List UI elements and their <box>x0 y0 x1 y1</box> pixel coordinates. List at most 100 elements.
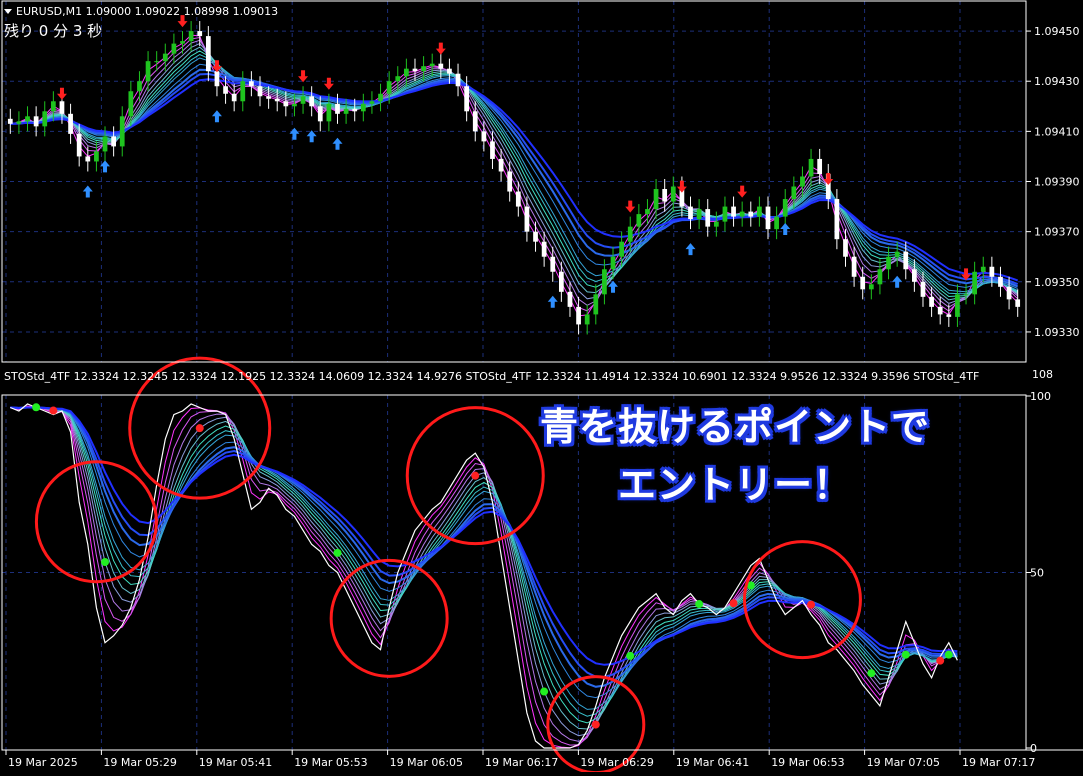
candle-body <box>180 41 185 44</box>
candle-body <box>894 251 900 257</box>
sell-signal-dot <box>591 720 600 729</box>
up-arrow-icon <box>332 137 343 150</box>
candle-body <box>791 186 797 200</box>
price-tick-label: 1.09330 <box>1034 326 1080 339</box>
candle-body <box>524 206 530 232</box>
candle-body <box>808 158 814 177</box>
down-arrow-icon <box>323 77 334 90</box>
candle-body <box>266 96 271 99</box>
buy-signal-dot <box>944 650 953 659</box>
candle-body <box>76 133 82 157</box>
up-arrow-icon <box>211 110 222 123</box>
candle-body <box>102 136 108 152</box>
down-arrow-icon <box>676 180 687 193</box>
candle-body <box>868 284 874 290</box>
candle-body <box>197 31 203 37</box>
candle-body <box>343 108 349 114</box>
time-tick-label: 19 Mar 2025 <box>8 756 78 769</box>
osc-tick-label: 100 <box>1030 390 1051 403</box>
candle-body <box>386 81 392 94</box>
y-axis-ticks: 1.09450 1.09430 1.09410 1.09390 1.09370 1.093… <box>1026 25 1080 755</box>
annotation-line-1: 青を抜けるポイントで <box>539 405 930 449</box>
time-tick-label: 19 Mar 06:05 <box>390 756 463 769</box>
candle-body <box>395 76 401 82</box>
candle-body <box>326 103 332 122</box>
buy-signal-dot <box>32 403 41 412</box>
candle-body <box>257 86 263 97</box>
candle-body <box>360 103 366 112</box>
candle-body <box>946 314 952 317</box>
up-arrow-icon <box>608 280 619 293</box>
candle-body <box>843 239 848 257</box>
chart-canvas[interactable]: 1.09450 1.09430 1.09410 1.09390 1.09370 1.093… <box>0 0 1083 775</box>
candle-body <box>283 101 289 107</box>
up-arrow-icon <box>306 130 317 143</box>
candle-body <box>421 66 426 72</box>
candle-body <box>119 116 125 147</box>
candle-body <box>963 294 969 296</box>
sell-signal-dot <box>471 471 480 480</box>
candle-body <box>33 116 39 127</box>
price-tick-label: 1.09410 <box>1034 125 1080 138</box>
candle-body <box>171 43 177 54</box>
candle-body <box>998 276 1003 287</box>
candle-body <box>662 189 668 202</box>
up-arrow-icon <box>547 295 558 308</box>
annotation-text: 青を抜けるポイントで エントリー！ <box>480 398 990 514</box>
down-arrow-icon <box>435 42 446 55</box>
up-arrow-icon <box>780 223 791 236</box>
candle-body <box>188 31 194 42</box>
candle-body <box>472 111 478 132</box>
candle-body <box>903 251 909 270</box>
candle-body <box>722 206 728 222</box>
sell-signal-dot <box>729 599 738 608</box>
sell-signal-dot <box>807 600 816 609</box>
candle-body <box>980 266 986 272</box>
candle-body <box>145 61 151 82</box>
candle-body <box>412 68 418 72</box>
ema-line <box>10 72 1019 286</box>
candle-body <box>240 81 246 102</box>
down-arrow-icon <box>625 200 636 213</box>
candle-body <box>567 291 573 307</box>
candle-body <box>429 63 435 67</box>
candle-body <box>154 61 160 63</box>
price-ribbon <box>10 34 1019 317</box>
candle-body <box>774 216 779 230</box>
dropdown-triangle-icon[interactable] <box>4 9 12 14</box>
price-tick-label: 1.09370 <box>1034 226 1080 239</box>
down-arrow-icon <box>737 185 748 198</box>
candle-body <box>438 63 444 69</box>
candle-body <box>162 53 168 62</box>
countdown-timer: 残り 0 分 3 秒 <box>4 22 102 40</box>
candle-body <box>16 121 22 124</box>
candle-body <box>800 176 805 187</box>
candle-body <box>137 81 142 92</box>
time-tick-label: 19 Mar 06:29 <box>580 756 653 769</box>
price-tick-label: 1.09450 <box>1034 25 1080 38</box>
candle-body <box>335 103 340 114</box>
candle-body <box>205 36 211 72</box>
candle-body <box>851 256 857 277</box>
price-tick-label: 1.09390 <box>1034 176 1080 189</box>
candle-body <box>877 269 883 285</box>
time-tick-label: 19 Mar 07:17 <box>962 756 1035 769</box>
candle-body <box>515 191 521 207</box>
candle-body <box>558 271 564 292</box>
candle-body <box>550 256 556 272</box>
candle-body <box>576 306 581 325</box>
time-tick-label: 19 Mar 06:53 <box>771 756 844 769</box>
sell-signal-dot <box>195 424 204 433</box>
candle-body <box>817 158 823 174</box>
candle-body <box>955 294 960 317</box>
candle-body <box>912 269 917 282</box>
candle-body <box>249 81 254 87</box>
candle-body <box>214 71 220 87</box>
candle-body <box>886 256 891 270</box>
candle-body <box>455 73 461 87</box>
candle-body <box>94 151 99 162</box>
osc-tick-label: 0 <box>1030 742 1037 755</box>
candle-body <box>25 116 30 122</box>
ema-line <box>10 42 1018 304</box>
candle-body <box>352 108 358 112</box>
